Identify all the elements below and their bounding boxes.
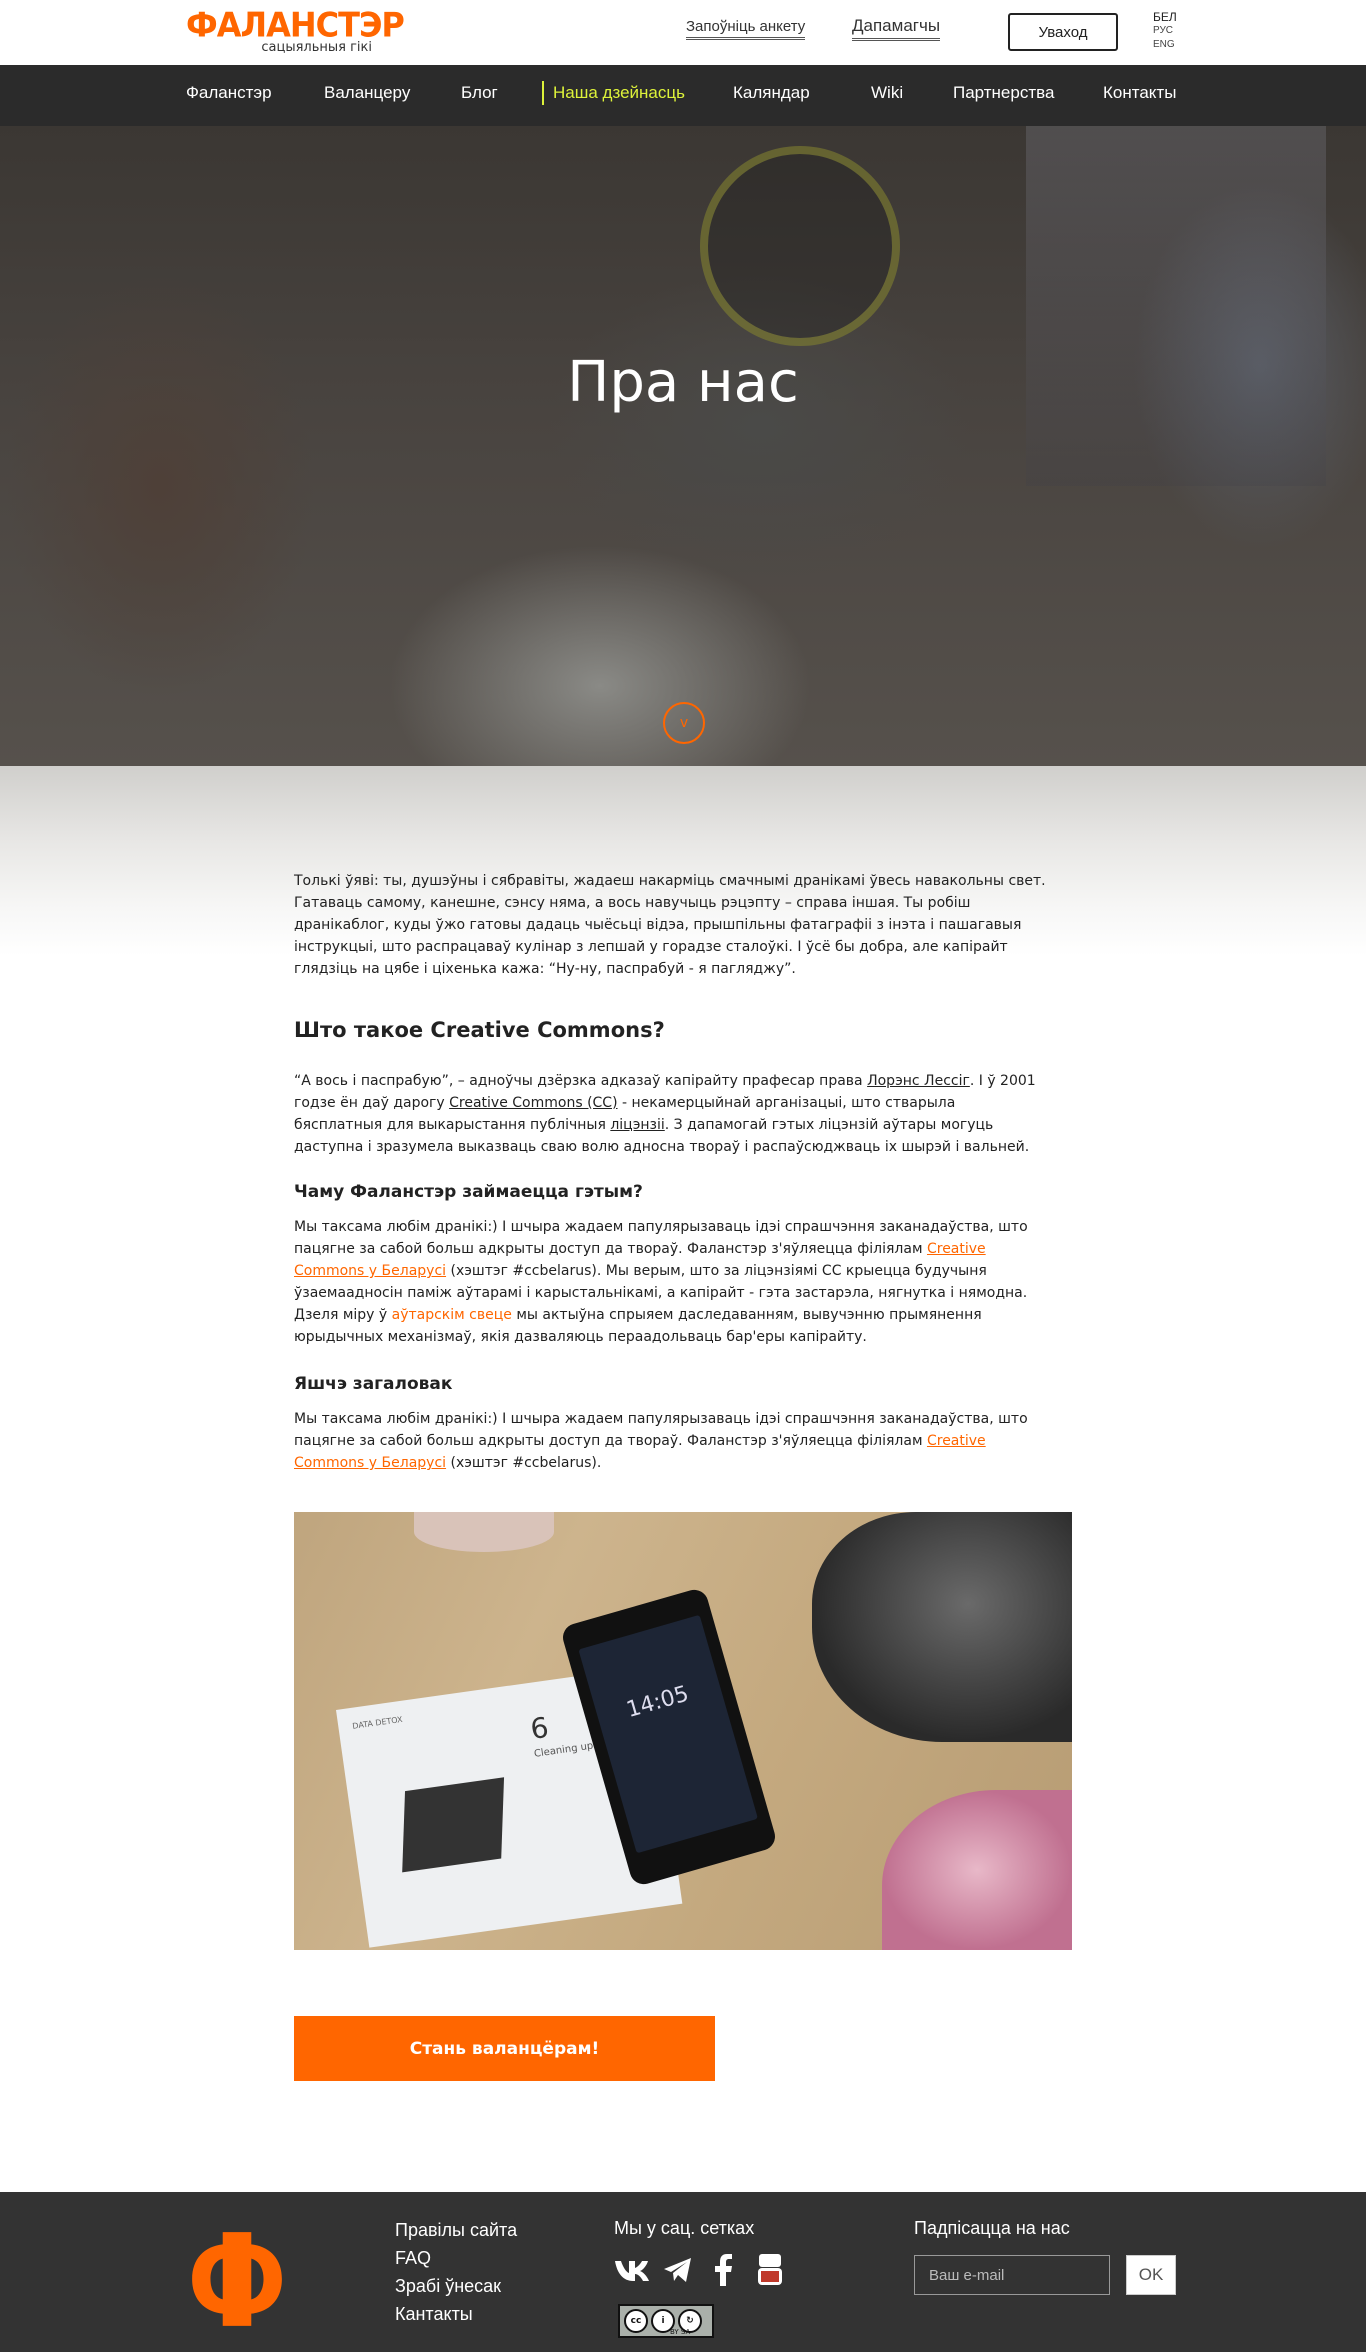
- cc-paragraph: “А вось і паспрабую”, – адноўчы дзёрзка …: [294, 1070, 1038, 1158]
- photo-card-number: 6: [528, 1710, 551, 1746]
- footer-link-donate[interactable]: Зрабі ўнесак: [395, 2272, 517, 2300]
- cc-badge-text: BY SA: [670, 2328, 691, 2336]
- why-paragraph: Мы таксама любім дранікі:) І шчыра жадае…: [294, 1216, 1054, 1348]
- chevron-down-icon: v: [679, 715, 689, 731]
- nav-item-contacts[interactable]: Контакты: [1103, 83, 1176, 103]
- footer-logo-icon[interactable]: [186, 2228, 288, 2330]
- youtube-icon[interactable]: [752, 2252, 788, 2288]
- language-switcher: БЕЛ РУС ENG: [1153, 10, 1177, 52]
- cc-icon: cc: [624, 2309, 648, 2333]
- heading-creative-commons: Што такое Creative Commons?: [294, 1018, 665, 1042]
- page-title: Пра нас: [567, 350, 799, 415]
- photo-cloth-pink: [882, 1790, 1072, 1950]
- footer-links: Правілы сайта FAQ Зрабі ўнесак Кантакты: [395, 2216, 517, 2328]
- why-text-1: Мы таксама любім дранікі:) І шчыра жадае…: [294, 1219, 1028, 1257]
- top-bar: ФАЛАНСТЭР сацыяльныя гікі Запоўніць анке…: [0, 0, 1366, 65]
- social-icons: [614, 2252, 788, 2288]
- footer: Правілы сайта FAQ Зрабі ўнесак Кантакты …: [0, 2192, 1366, 2352]
- nav-item-volunteer[interactable]: Валанцеру: [324, 83, 410, 103]
- photo-card-brand: DATA DETOX: [351, 1714, 404, 1731]
- nav-item-calendar[interactable]: Каляндар: [733, 83, 810, 103]
- nav-item-falanster[interactable]: Фаланстэр: [186, 83, 272, 103]
- photo-cloth-dark: [812, 1512, 1072, 1742]
- more-text-1: Мы таксама любім дранікі:) І шчыра жадае…: [294, 1411, 1028, 1449]
- subscribe-title: Падпісацца на нас: [914, 2218, 1070, 2238]
- subscribe-email-input[interactable]: [914, 2255, 1110, 2295]
- login-button[interactable]: Уваход: [1008, 13, 1118, 51]
- nav-item-activity[interactable]: Наша дзейнасць: [542, 81, 685, 105]
- lessig-link[interactable]: Лорэнс Лессіг: [867, 1073, 970, 1089]
- hero-background-emblem: [700, 146, 900, 346]
- logo[interactable]: ФАЛАНСТЭР сацыяльныя гікі: [186, 5, 405, 58]
- more-paragraph: Мы таксама любім дранікі:) І шчыра жадае…: [294, 1408, 1054, 1474]
- help-link[interactable]: Дапамагчы: [852, 16, 941, 41]
- footer-link-rules[interactable]: Правілы сайта: [395, 2216, 517, 2244]
- photo-card-box: [402, 1777, 505, 1873]
- telegram-icon[interactable]: [660, 2252, 696, 2288]
- logo-tagline: сацыяльныя гікі: [261, 40, 372, 55]
- become-volunteer-button[interactable]: Стань валанцёрам!: [294, 2016, 715, 2081]
- cc-text-1: “А вось і паспрабую”, – адноўчы дзёрзка …: [294, 1073, 868, 1089]
- creative-commons-link[interactable]: Creative Commons (CC): [449, 1095, 617, 1111]
- main-nav: Фаланстэр Валанцеру Блог Наша дзейнасць …: [0, 65, 1366, 126]
- facebook-icon[interactable]: [706, 2252, 742, 2288]
- vk-icon[interactable]: [614, 2252, 650, 2288]
- authors-world-link[interactable]: аўтарскім свеце: [392, 1307, 512, 1323]
- nav-item-blog[interactable]: Блог: [461, 83, 498, 103]
- footer-link-faq[interactable]: FAQ: [395, 2244, 517, 2272]
- heading-why: Чаму Фаланстэр займаецца гэтым?: [294, 1182, 643, 1202]
- lang-en[interactable]: ENG: [1153, 38, 1177, 52]
- cc-license-badge[interactable]: cc i ↻ BY SA: [618, 2304, 714, 2338]
- subscribe-ok-button[interactable]: OK: [1126, 2255, 1176, 2295]
- footer-link-contacts[interactable]: Кантакты: [395, 2300, 517, 2328]
- hero-banner: Пра нас v: [0, 126, 1366, 766]
- article-photo: DATA DETOX 6 Cleaning up 14:05: [294, 1512, 1072, 1950]
- lang-ru[interactable]: РУС: [1153, 24, 1177, 38]
- photo-phone-clock: 14:05: [623, 1681, 692, 1724]
- nav-item-partnership[interactable]: Партнерства: [953, 83, 1054, 103]
- heading-more: Яшчэ загаловак: [294, 1374, 453, 1394]
- intro-paragraph: Толькі ўяві: ты, душэўны і сябравіты, жа…: [294, 873, 1046, 977]
- more-text-2: (хэштэг #ccbelarus).: [446, 1455, 602, 1471]
- scroll-down-button[interactable]: v: [663, 702, 705, 744]
- hero-background-shelf: [1026, 126, 1326, 486]
- lang-be[interactable]: БЕЛ: [1153, 10, 1177, 24]
- fill-form-link[interactable]: Запоўніць анкету: [686, 18, 806, 40]
- photo-cloth-top: [414, 1512, 554, 1552]
- licenses-link[interactable]: ліцэнзіі: [610, 1117, 664, 1133]
- nav-item-wiki[interactable]: Wiki: [871, 83, 903, 103]
- social-title: Мы у сац. сетках: [614, 2218, 755, 2238]
- logo-word: ФАЛАНСТЭР: [186, 5, 405, 45]
